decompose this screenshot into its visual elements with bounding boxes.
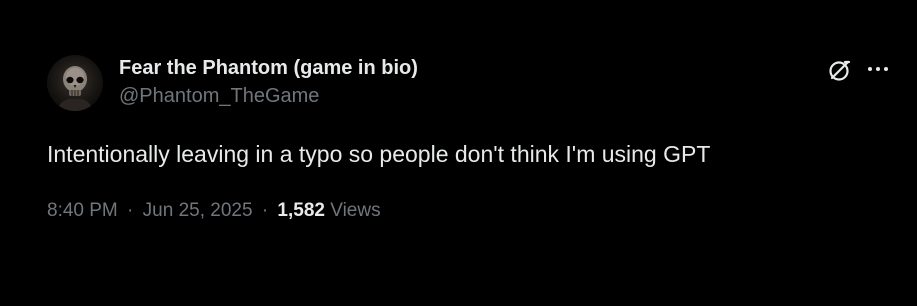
meta-separator: · [127, 200, 134, 221]
meta-separator: · [261, 200, 269, 221]
author-info: Fear the Phantom (game in bio) @Phantom_… [119, 55, 418, 109]
tweet-text: Intentionally leaving in a typo so peopl… [47, 141, 711, 167]
tweet-time[interactable]: 8:40 PM [47, 200, 118, 221]
skull-icon [57, 66, 93, 111]
tweet-meta: 8:40 PM · Jun 25, 2025 · 1,582 Views [47, 198, 381, 224]
author-handle[interactable]: @Phantom_TheGame [119, 83, 418, 109]
tweet-date[interactable]: Jun 25, 2025 [143, 200, 253, 221]
views-label: Views [330, 200, 381, 221]
avatar[interactable] [47, 55, 103, 111]
tweet-card: Fear the Phantom (game in bio) @Phantom_… [0, 0, 917, 306]
author-display-name[interactable]: Fear the Phantom (game in bio) [119, 55, 418, 81]
more-options-icon[interactable] [866, 62, 890, 76]
views-count[interactable]: 1,582 [277, 200, 325, 221]
grok-icon[interactable] [827, 57, 853, 83]
